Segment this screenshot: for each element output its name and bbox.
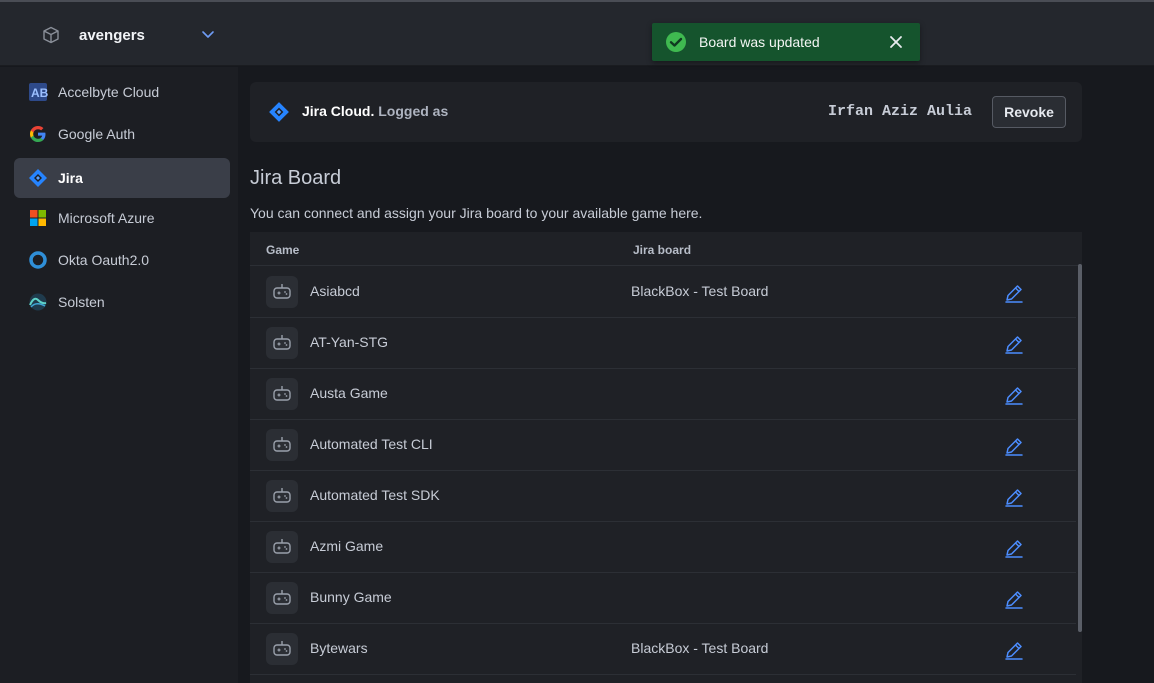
jira-icon (28, 168, 48, 188)
microsoft-icon (28, 208, 48, 228)
revoke-button[interactable]: Revoke (992, 96, 1066, 128)
column-header-jira-board: Jira board (633, 243, 692, 257)
edit-icon[interactable] (1003, 537, 1025, 559)
jira-board-name: BlackBox - Test Board (631, 640, 769, 656)
edit-icon[interactable] (1003, 282, 1025, 304)
edit-icon[interactable] (1003, 333, 1025, 355)
sidebar-item-label: Jira (58, 170, 83, 186)
table-row: Automated Test CLI (250, 420, 1076, 471)
main-content: Jira Cloud. Logged as Irfan Aziz Aulia R… (238, 67, 1154, 683)
jira-connection-status: Jira Cloud. Logged as (302, 103, 448, 119)
check-circle-icon (665, 31, 687, 53)
logged-in-user: Irfan Aziz Aulia (827, 103, 972, 120)
page-title: Jira Board (250, 167, 342, 189)
top-bar: avengers (0, 2, 1154, 66)
edit-icon[interactable] (1003, 639, 1025, 661)
solsten-icon (28, 292, 48, 312)
table-row: Asiabcd BlackBox - Test Board (250, 267, 1076, 318)
game-name: Austa Game (310, 385, 388, 401)
sidebar-item-label: Accelbyte Cloud (58, 84, 160, 100)
edit-icon[interactable] (1003, 435, 1025, 457)
table-row: Bunny Game (250, 573, 1076, 624)
jira-board-name: BlackBox - Test Board (631, 283, 769, 299)
logged-as-label: Logged as (378, 103, 449, 119)
success-toast: Board was updated (652, 23, 920, 61)
game-name: Azmi Game (310, 538, 384, 554)
accelbyte-icon: AB (28, 82, 48, 102)
scrollbar[interactable] (1078, 264, 1082, 632)
jira-product-name: Jira Cloud. (302, 103, 375, 119)
sidebar-item-google-auth[interactable]: Google Auth (14, 114, 230, 154)
table-row: Automated Test SDK (250, 471, 1076, 522)
gamepad-icon (266, 327, 298, 359)
game-name: Automated Test SDK (310, 487, 440, 503)
sidebar-item-okta[interactable]: Okta Oauth2.0 (14, 240, 230, 280)
okta-icon (28, 250, 48, 270)
sidebar-item-solsten[interactable]: Solsten (14, 282, 230, 322)
table-header: Game Jira board (250, 232, 1082, 266)
table-row: AT-Yan-STG (250, 318, 1076, 369)
jira-icon (268, 101, 290, 123)
table-row: Azmi Game (250, 522, 1076, 573)
edit-icon[interactable] (1003, 384, 1025, 406)
sidebar-item-accelbyte-cloud[interactable]: AB Accelbyte Cloud (14, 72, 230, 112)
close-icon[interactable] (888, 34, 904, 50)
edit-icon[interactable] (1003, 588, 1025, 610)
google-icon (28, 124, 48, 144)
sidebar-item-jira[interactable]: Jira (14, 158, 230, 198)
gamepad-icon (266, 480, 298, 512)
sidebar-item-microsoft-azure[interactable]: Microsoft Azure (14, 198, 230, 238)
game-name: Bytewars (310, 640, 368, 656)
page-description: You can connect and assign your Jira boa… (250, 205, 703, 221)
jira-board-table: Game Jira board Asiabcd BlackBox - Test B… (250, 232, 1082, 683)
gamepad-icon (266, 633, 298, 665)
chevron-down-icon[interactable] (200, 26, 216, 42)
sidebar: AB Accelbyte Cloud Google Auth Jira Micr… (0, 67, 238, 683)
gamepad-icon (266, 429, 298, 461)
game-name: Automated Test CLI (310, 436, 433, 452)
gamepad-icon (266, 531, 298, 563)
game-name: Asiabcd (310, 283, 360, 299)
gamepad-icon (266, 582, 298, 614)
column-header-game: Game (266, 243, 300, 257)
sidebar-item-label: Microsoft Azure (58, 210, 155, 226)
gamepad-icon (266, 276, 298, 308)
edit-icon[interactable] (1003, 486, 1025, 508)
gamepad-icon (266, 378, 298, 410)
jira-connection-card: Jira Cloud. Logged as Irfan Aziz Aulia R… (250, 82, 1082, 142)
sidebar-item-label: Okta Oauth2.0 (58, 252, 150, 268)
cube-icon (40, 24, 62, 46)
sidebar-item-label: Solsten (58, 294, 105, 310)
sidebar-item-label: Google Auth (58, 126, 136, 142)
namespace-name: avengers (79, 26, 145, 44)
table-row: Austa Game (250, 369, 1076, 420)
game-name: Bunny Game (310, 589, 392, 605)
game-name: AT-Yan-STG (310, 334, 389, 350)
namespace-selector[interactable]: avengers (40, 24, 214, 46)
toast-message: Board was updated (699, 34, 820, 50)
svg-text:AB: AB (31, 86, 48, 100)
table-row: Bytewars BlackBox - Test Board (250, 624, 1076, 675)
